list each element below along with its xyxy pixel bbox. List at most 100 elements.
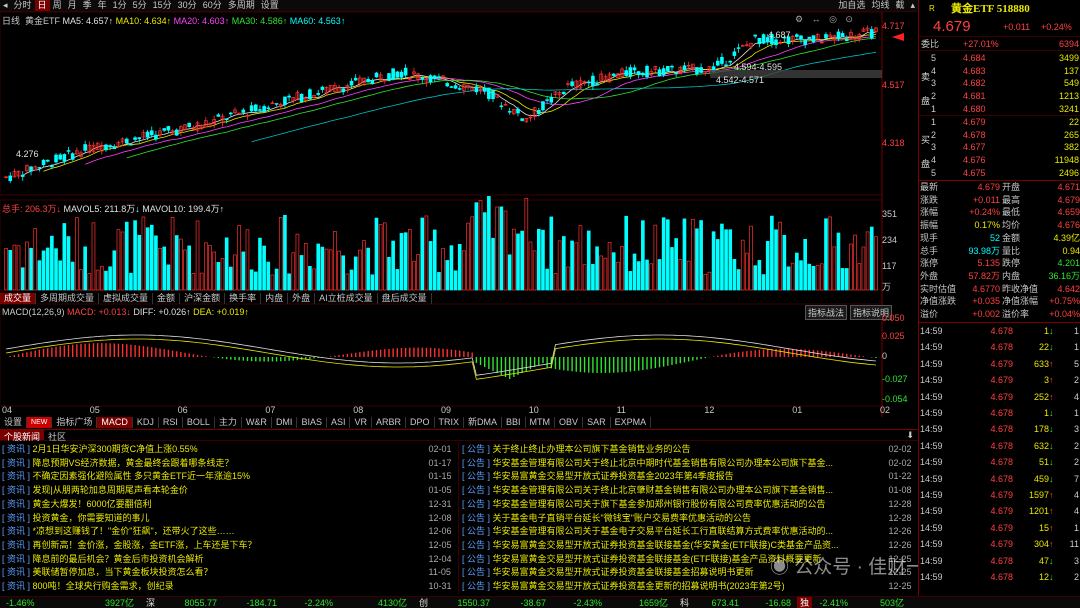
level: 1: [931, 117, 937, 127]
indicator-tab-0[interactable]: 设置: [0, 416, 28, 428]
tab-independent[interactable]: 独: [797, 597, 813, 608]
news-item[interactable]: [ 公告 ] 华安易富黄金交易型开放式证券投资基金2023年第4季度报告 01-2…: [462, 470, 916, 483]
news-item[interactable]: [ 资讯 ] 不确定因素强化避险属性 多只黄金ETF近一年涨逾15% 01-15: [2, 470, 456, 483]
news-item[interactable]: [ 资讯 ] 降息前的最后机会？黄金后市投资机会解析 12-04: [2, 553, 456, 566]
candle-body: [187, 122, 192, 128]
period-tab-10[interactable]: 60分: [200, 0, 225, 11]
indicator-tab-21[interactable]: EXPMA: [611, 416, 652, 428]
ma-button[interactable]: 均线: [868, 0, 892, 11]
news-item[interactable]: [ 公告 ] 华安基金管理有限公司关于终止北京肇财基金销售有限公司办理本公司旗下…: [462, 484, 916, 497]
news-date: 12-28: [888, 512, 912, 523]
volume-bar: [682, 218, 687, 291]
up-arrow-icon: ↑: [1049, 506, 1054, 517]
period-tab-2[interactable]: 周: [50, 0, 65, 11]
news-item[interactable]: [ 公告 ] 华安基金管理有限公司关于基金电子交易平台延长工行直联结算方式费率优…: [462, 525, 916, 538]
indicator-tab-4[interactable]: KDJ: [133, 416, 159, 428]
indicator-tab-12[interactable]: VR: [350, 416, 372, 428]
news-item[interactable]: [ 资讯 ] 2月1日华安沪深300期货C净值上涨0.55% 02-01: [2, 443, 456, 456]
volume-tab-0[interactable]: 成交量: [0, 292, 37, 304]
period-tab-8[interactable]: 15分: [150, 0, 175, 11]
indicator-tab-3[interactable]: MACD: [97, 416, 133, 428]
sz-amount: 4130亿: [377, 598, 408, 608]
stat-label: 开盘: [1002, 182, 1021, 192]
indicator-tab-10[interactable]: BIAS: [297, 416, 327, 428]
tick-row: 14:59 4.678 632 ↓ 2: [919, 438, 1080, 454]
volume-tab-8[interactable]: AI立桩成交量: [315, 292, 378, 304]
candle-body: [249, 105, 254, 112]
period-tab-5[interactable]: 年: [95, 0, 110, 11]
volume-tab-7[interactable]: 外盘: [288, 292, 316, 304]
news-item[interactable]: [ 公告 ] 关于基金电子直销平台延长"微钱宝"账户交易费率优惠活动的公告 12-…: [462, 512, 916, 525]
expand-icon[interactable]: ▴: [907, 0, 918, 11]
indicator-tab-20[interactable]: SAR: [583, 416, 611, 428]
period-tab-6[interactable]: 1分: [110, 0, 130, 11]
indicator-tab-18[interactable]: MTM: [526, 416, 556, 428]
news-item[interactable]: [ 资讯 ] 发现|从朋两轮加息周期尾声看本轮金价 01-05: [2, 484, 456, 497]
volume-bar: [586, 230, 591, 291]
volume-tab-5[interactable]: 换手率: [225, 292, 262, 304]
volume-bar: [628, 271, 633, 291]
volume-tab-1[interactable]: 多周期成交量: [36, 292, 100, 304]
download-icon[interactable]: ⬇: [902, 430, 918, 440]
period-tab-12[interactable]: 设置: [258, 0, 282, 11]
indicator-tab-16[interactable]: 新DMA: [464, 416, 503, 428]
screenshot-button[interactable]: 截: [892, 0, 907, 11]
news-item[interactable]: [ 公告 ] 华安易富黄金交易型开放式证券投资基金联接基金(华安黄金(ETF联接…: [462, 539, 916, 552]
period-tab-7[interactable]: 5分: [130, 0, 150, 11]
indicator-tab-14[interactable]: DPO: [406, 416, 435, 428]
indicator-tab-13[interactable]: ARBR: [372, 416, 406, 428]
news-item[interactable]: [ 资讯 ] 再创新高！金价涨，金股涨，金ETF涨，上车还是下车？ 12-05: [2, 539, 456, 552]
news-item[interactable]: [ 资讯 ] 美联储暂停加息，当下黄金板块投资怎么看？ 11-05: [2, 566, 456, 579]
indicator-tab-9[interactable]: DMI: [272, 416, 298, 428]
tab-stock-news[interactable]: 个股新闻: [0, 430, 45, 442]
indicator-tab-11[interactable]: ASI: [327, 416, 351, 428]
volume-bar: [216, 262, 221, 291]
news-item[interactable]: [ 资讯 ] 投资黄金，你需要知道的事儿 12-08: [2, 512, 456, 525]
indicator-tab-7[interactable]: 主力: [215, 416, 242, 428]
volume-bar: [420, 217, 425, 291]
back-icon[interactable]: ◂: [0, 0, 11, 11]
period-tab-0[interactable]: 分时: [11, 0, 35, 11]
indicator-tab-1[interactable]: NEW: [27, 416, 53, 428]
level-price: 4.676: [963, 155, 986, 166]
period-tab-4[interactable]: 季: [80, 0, 95, 11]
add-watchlist-button[interactable]: 加自选: [835, 0, 868, 11]
indicator-tab-2[interactable]: 指标广场: [52, 416, 98, 428]
indicator-tab-19[interactable]: OBV: [555, 416, 584, 428]
volume-tab-6[interactable]: 内盘: [261, 292, 289, 304]
indicator-tab-15[interactable]: TRIX: [435, 416, 465, 428]
tick-count: 4: [1073, 391, 1079, 402]
indicator-tab-17[interactable]: BBI: [502, 416, 526, 428]
news-item[interactable]: [ 公告 ] 华安基金管理有限公司关于旗下基金参加郑州银行股份有限公司费率优惠活…: [462, 498, 916, 511]
volume-bar: [690, 218, 695, 291]
period-tab-1[interactable]: 日: [34, 0, 50, 11]
stat-value: 4.659: [1057, 207, 1080, 218]
news-tag: [ 公告 ]: [462, 581, 493, 591]
indicator-tab-6[interactable]: BOLL: [183, 416, 215, 428]
volume-tab-4[interactable]: 沪深金额: [180, 292, 226, 304]
sz-label: 深: [146, 598, 156, 608]
indicator-tab-8[interactable]: W&R: [242, 416, 272, 428]
news-item[interactable]: [ 资讯 ] *凉想到这赚钱了！"金价"狂飙"，还带火了这些…… 12-06: [2, 525, 456, 538]
news-item[interactable]: [ 公告 ] 华安基金管理有限公司关于终止北京中期时代基金销售有限公司办理本公司…: [462, 457, 916, 470]
volume-bar: [620, 246, 624, 291]
news-item[interactable]: [ 公告 ] 关于终止终止办理本公司旗下基金销售业务的公告 02-02: [462, 443, 916, 456]
indicator-strategy-button[interactable]: 指标战法: [805, 305, 848, 320]
news-item[interactable]: [ 公告 ] 华安易富黄金交易型开放式证券投资基金更新的招募说明书(2023年第…: [462, 580, 916, 593]
tab-community[interactable]: 社区: [44, 430, 70, 442]
news-item[interactable]: [ 资讯 ] 降息预期VS经济数据，黄金最终会跟着哪条线走？ 01-17: [2, 457, 456, 470]
volume-bar: [466, 222, 470, 291]
volume-tab-2[interactable]: 虚拟成交量: [99, 292, 154, 304]
volume-bar: [645, 259, 649, 291]
period-tab-9[interactable]: 30分: [175, 0, 200, 11]
volume-tab-3[interactable]: 金额: [153, 292, 181, 304]
candle-body: [20, 174, 25, 177]
news-item[interactable]: [ 资讯 ] 800吨！全球央行购金需求，创纪录 10-31: [2, 580, 456, 593]
down-arrow-icon: ↓: [1049, 473, 1054, 484]
period-tab-11[interactable]: 多周期: [225, 0, 258, 11]
news-item[interactable]: [ 资讯 ] 黄金大爆发！6000亿要翻倍利 12-31: [2, 498, 456, 511]
indicator-tab-5[interactable]: RSI: [159, 416, 183, 428]
volume-tab-9[interactable]: 盘后成交量: [378, 292, 432, 304]
period-tab-3[interactable]: 月: [65, 0, 80, 11]
volume-bar: [803, 238, 807, 291]
